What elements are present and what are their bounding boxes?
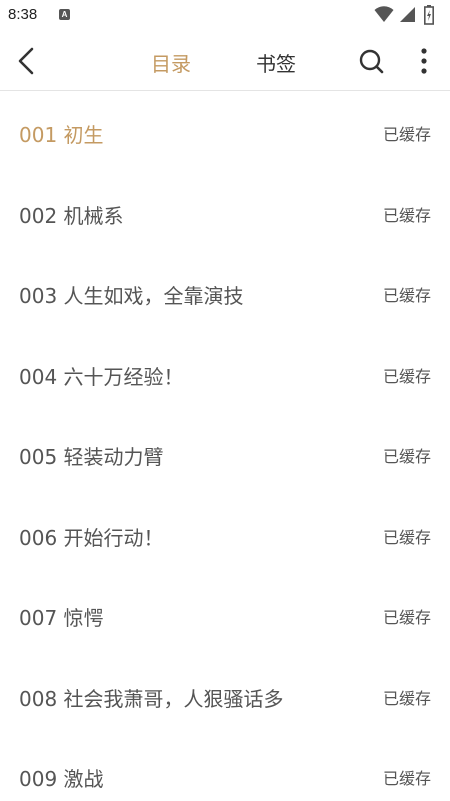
chapter-item[interactable]: 005 轻装动力臂 已缓存	[0, 413, 450, 494]
status-time: 8:38	[8, 6, 38, 23]
search-button[interactable]	[356, 46, 386, 76]
chapter-item[interactable]: 007 惊愕 已缓存	[0, 574, 450, 655]
cached-status: 已缓存	[382, 125, 431, 144]
chapter-title: 008 社会我萧哥，人狠骚话多	[19, 686, 284, 711]
status-icons	[374, 5, 444, 25]
cached-status: 已缓存	[382, 286, 431, 305]
chapter-item[interactable]: 004 六十万经验！ 已缓存	[0, 333, 450, 414]
chapter-title: 006 开始行动！	[19, 525, 164, 550]
top-app-bar: 目录 书签	[0, 32, 450, 91]
chapter-title: 001 初生	[19, 123, 104, 147]
cached-status: 已缓存	[382, 769, 431, 788]
cached-status: 已缓存	[382, 366, 431, 386]
more-vertical-icon	[421, 48, 427, 74]
tab-bookmarks[interactable]: 书签	[256, 48, 296, 77]
wifi-icon	[374, 6, 394, 22]
back-button[interactable]	[10, 42, 46, 80]
notification-a-icon: A	[59, 9, 70, 20]
chapter-item[interactable]: 002 机械系 已缓存	[0, 172, 450, 253]
cellular-signal-icon	[400, 7, 415, 22]
chapter-item[interactable]: 001 初生 已缓存	[0, 91, 450, 172]
chapter-title: 009 激战	[19, 767, 104, 791]
status-bar: 8:38 A	[0, 0, 450, 32]
chapter-list: 001 初生 已缓存 002 机械系 已缓存 003 人生如戏，全靠演技 已缓存…	[0, 91, 450, 801]
chapter-item[interactable]: 006 开始行动！ 已缓存	[0, 494, 450, 575]
chevron-left-icon	[18, 47, 34, 75]
cached-status: 已缓存	[382, 688, 431, 708]
search-icon	[359, 49, 384, 74]
cached-status: 已缓存	[382, 447, 431, 466]
chapter-item[interactable]: 009 激战 已缓存	[0, 735, 450, 801]
battery-icon	[424, 5, 434, 25]
cached-status: 已缓存	[382, 527, 431, 547]
chapter-item[interactable]: 003 人生如戏，全靠演技 已缓存	[0, 252, 450, 333]
more-options-button[interactable]	[412, 46, 436, 76]
chapter-title: 003 人生如戏，全靠演技	[19, 284, 244, 308]
tab-catalog[interactable]: 目录	[151, 48, 191, 77]
chapter-title: 007 惊愕	[19, 606, 104, 630]
chapter-title: 002 机械系	[19, 203, 124, 228]
cached-status: 已缓存	[382, 205, 431, 225]
chapter-item[interactable]: 008 社会我萧哥，人狠骚话多 已缓存	[0, 655, 450, 736]
cached-status: 已缓存	[382, 608, 431, 627]
chapter-catalog-screen: 8:38 A 目录 书签 001 初生 已缓存 002 机械系 已缓存 003 …	[0, 0, 450, 801]
chapter-title: 005 轻装动力臂	[19, 445, 164, 469]
chapter-title: 004 六十万经验！	[19, 364, 184, 389]
